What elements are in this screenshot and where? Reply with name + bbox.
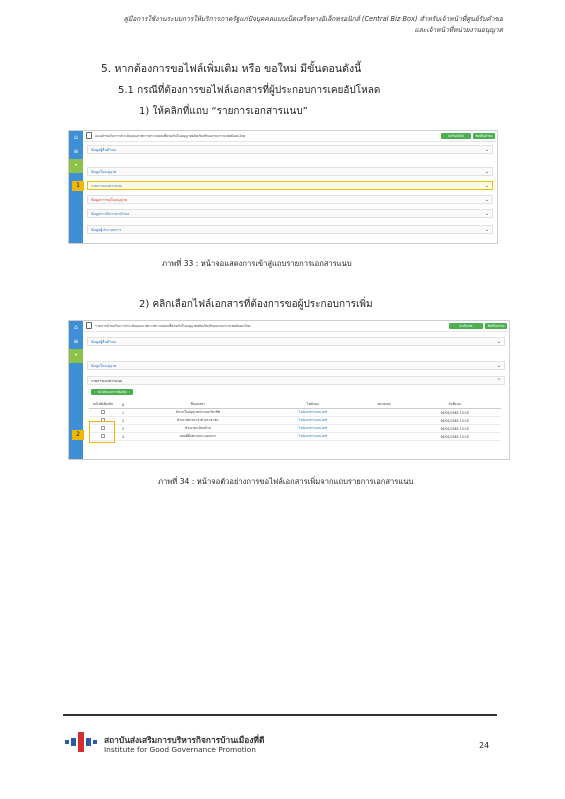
doc-name: สำเนาบัตรประจำตัวประชาชน	[129, 416, 267, 425]
panel-label: ข้อมูลใบอนุญาต	[91, 170, 117, 174]
chevron-down-icon: ⌄	[484, 197, 489, 203]
chevron-down-icon: ⌄	[484, 169, 489, 175]
panel-label: ข้อมูลผู้ยื่นคำขอ	[91, 340, 116, 344]
table-header-row: ขอไฟล์เพิ่มเติม # ชื่อเอกสาร ไฟล์แนบ หมา…	[89, 401, 501, 409]
checkbox-highlight	[89, 421, 115, 443]
figure-33-screenshot: ⌂ ≡ • แบบคำขอรับการประเมินคุณภาพการตรวจส…	[68, 130, 498, 244]
form-title-bar: รายการคำขอรับการประเมินคุณภาพการตรวจสอบเ…	[83, 321, 509, 332]
forward-button[interactable]: ส่งเรื่องต่อ	[449, 323, 483, 329]
date: 16/05/2562 14:15	[408, 408, 501, 417]
chevron-down-icon: ⌄	[484, 211, 489, 217]
col-date: วันที่แนบ	[408, 401, 501, 409]
chevron-up-icon: ⌃	[496, 378, 501, 384]
file-link[interactable]: ไฟล์เอกสารแนบ.pdf	[266, 432, 360, 441]
row-no: 1	[117, 408, 129, 417]
footer-divider	[63, 714, 497, 716]
print-button[interactable]: พิมพ์ใบคำขอ	[485, 323, 507, 329]
file-link[interactable]: ไฟล์เอกสารแนบ.pdf	[266, 416, 360, 425]
note: -	[359, 408, 409, 417]
step-marker: 2	[72, 430, 84, 440]
chevron-down-icon: ⌄	[484, 227, 489, 233]
panel-license[interactable]: ข้อมูลใบอนุญาต ⌄	[87, 361, 505, 370]
header-line-2: และเจ้าหน้าที่หน่วยงานอนุญาต	[414, 26, 503, 34]
panel-operator[interactable]: ข้อมูลผู้ประกอบการ ⌄	[87, 225, 493, 234]
panel-label: รายการเอกสารแนบ	[91, 184, 122, 188]
panel-label: ข้อมูลผู้ประกอบการ	[91, 228, 122, 232]
panel-consideration[interactable]: ข้อมูลการพิจารณาคำขอ ⌄	[87, 209, 493, 218]
menu-icon: ≡	[73, 148, 79, 155]
page-number: 24	[479, 741, 490, 750]
note: -	[359, 424, 409, 433]
form-title: รายการคำขอรับการประเมินคุณภาพการตรวจสอบเ…	[95, 324, 251, 328]
institute-logo	[65, 732, 97, 752]
note: -	[359, 432, 409, 441]
table-row: 3 สำเนาทะเบียนบ้าน ไฟล์เอกสารแนบ.pdf - 1…	[89, 424, 501, 433]
doc-name: สำเนาทะเบียนบ้าน	[129, 424, 267, 433]
step-marker: 1	[72, 181, 84, 191]
table-row: 1 สำเนาใบอนุญาตประกอบวิชาชีพ ไฟล์เอกสารแ…	[89, 408, 501, 417]
date: 16/05/2562 14:15	[408, 432, 501, 441]
chevron-down-icon: ⌄	[484, 147, 489, 153]
panel-label: ข้อมูลการพิจารณาคำขอ	[91, 212, 130, 216]
panel-license[interactable]: ข้อมูลใบอนุญาต ⌄	[87, 167, 493, 176]
active-menu-icon: •	[69, 349, 83, 363]
page-header: คู่มือการใช้งานระบบการให้บริการภาครัฐแก่…	[63, 14, 503, 36]
panel-label: ข้อมูลใบอนุญาต	[91, 364, 117, 368]
panel-attachments[interactable]: รายการเอกสารแนบ ⌃	[87, 376, 505, 385]
note: -	[359, 416, 409, 425]
col-note: หมายเหตุ	[359, 401, 409, 409]
row-no: 4	[117, 432, 129, 441]
panel-label: ข้อมูลผู้ยื่นคำขอ	[91, 148, 116, 152]
row-no: 3	[117, 424, 129, 433]
chevron-down-icon: ⌄	[496, 363, 501, 369]
figure-34-screenshot: ⌂ ≡ • รายการคำขอรับการประเมินคุณภาพการตร…	[68, 320, 510, 460]
col-doc-name: ชื่อเอกสาร	[129, 401, 267, 409]
figure-33-caption: ภาพที่ 33 : หน้าจอแสดงการเข้าสู่แถบรายกา…	[162, 259, 352, 268]
request-more-files-button[interactable]: ขอไฟล์เอกสารเพิ่มเติม	[91, 389, 133, 395]
home-icon: ⌂	[74, 324, 78, 331]
table-row: 4 แผนที่ตั้งสถานประกอบการ ไฟล์เอกสารแนบ.…	[89, 432, 501, 441]
panel-attachments[interactable]: รายการเอกสารแนบ ⌄	[87, 181, 493, 190]
col-no: #	[117, 401, 129, 409]
print-button[interactable]: พิมพ์ใบคำขอ	[473, 133, 495, 139]
date: 16/05/2562 14:15	[408, 416, 501, 425]
menu-icon: ≡	[73, 338, 79, 345]
section-5-1-heading: 5.1 กรณีที่ต้องการขอไฟล์เอกสารที่ผู้ประก…	[118, 85, 381, 96]
active-menu-icon: •	[69, 159, 83, 173]
document-icon	[86, 322, 92, 329]
next-button[interactable]: ส่งเรื่องถัดไป	[441, 133, 471, 139]
file-link[interactable]: ไฟล์เอกสารแนบ.pdf	[266, 424, 360, 433]
panel-applicant[interactable]: ข้อมูลผู้ยื่นคำขอ ⌄	[87, 145, 493, 154]
request-checkbox[interactable]	[101, 410, 105, 414]
attachments-table: ขอไฟล์เพิ่มเติม # ชื่อเอกสาร ไฟล์แนบ หมา…	[89, 401, 501, 441]
col-file: ไฟล์แนบ	[266, 401, 360, 409]
doc-name: แผนที่ตั้งสถานประกอบการ	[129, 432, 267, 441]
home-icon: ⌂	[74, 134, 78, 141]
date: 16/05/2562 14:15	[408, 424, 501, 433]
step-1-text: 1) ให้คลิกที่แถบ “รายการเอกสารแนบ”	[139, 106, 308, 117]
figure-34-caption: ภาพที่ 34 : หน้าจอตัวอย่างการขอไฟล์เอกสา…	[158, 477, 414, 486]
col-request-file: ขอไฟล์เพิ่มเติม	[89, 401, 117, 409]
panel-applicant[interactable]: ข้อมูลผู้ยื่นคำขอ ⌄	[87, 337, 505, 346]
step-2-text: 2) คลิกเลือกไฟล์เอกสารที่ต้องการขอผู้ประ…	[139, 299, 373, 310]
chevron-down-icon: ⌄	[484, 183, 489, 189]
doc-name: สำเนาใบอนุญาตประกอบวิชาชีพ	[129, 408, 267, 417]
chevron-down-icon: ⌄	[496, 339, 501, 345]
panel-request-info[interactable]: ข้อมูลการขอใบอนุญาต ⌄	[87, 195, 493, 204]
header-line-1: คู่มือการใช้งานระบบการให้บริการภาครัฐแก่…	[123, 15, 503, 23]
table-row: 2 สำเนาบัตรประจำตัวประชาชน ไฟล์เอกสารแนบ…	[89, 416, 501, 425]
panel-label: รายการเอกสารแนบ	[91, 379, 122, 383]
org-name-english: Institute for Good Governance Promotion	[104, 745, 256, 754]
panel-label: ข้อมูลการขอใบอนุญาต	[91, 198, 127, 202]
section-5-heading: 5. หากต้องการขอไฟล์เพิ่มเติม หรือ ขอใหม่…	[101, 63, 362, 75]
file-link[interactable]: ไฟล์เอกสารแนบ.pdf	[266, 408, 360, 417]
row-no: 2	[117, 416, 129, 425]
form-title-bar: แบบคำขอรับการประเมินคุณภาพการตรวจสอบเพื่…	[83, 131, 497, 142]
document-icon	[86, 132, 92, 139]
form-title: แบบคำขอรับการประเมินคุณภาพการตรวจสอบเพื่…	[95, 134, 246, 138]
